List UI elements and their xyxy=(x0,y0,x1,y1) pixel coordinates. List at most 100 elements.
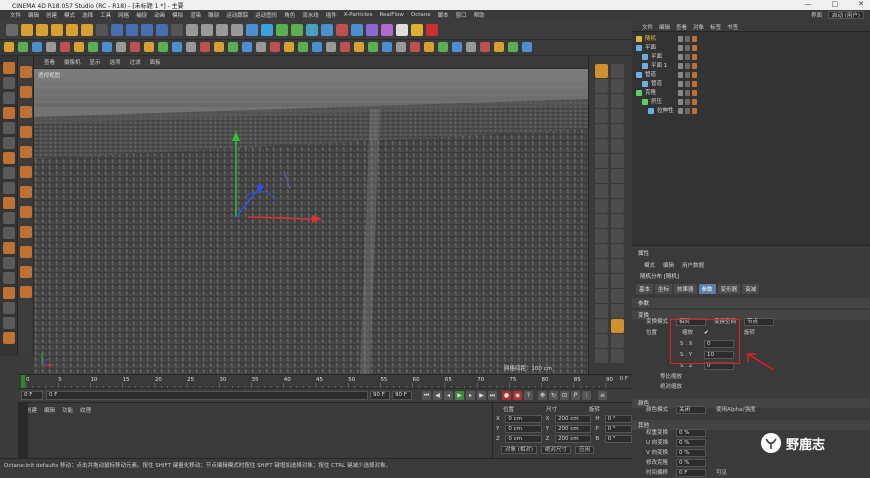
other-param-field[interactable]: 0 % xyxy=(676,459,706,467)
mode-button-icon[interactable] xyxy=(3,197,15,209)
object-visibility-tags[interactable] xyxy=(678,63,697,69)
mode-button-icon[interactable] xyxy=(3,167,15,179)
viewport-tool-icon[interactable] xyxy=(611,184,624,198)
rotation-checkbox-label[interactable]: 旋转 xyxy=(744,329,755,338)
toolbar-object-icon[interactable] xyxy=(186,42,196,52)
rotate-key-button[interactable]: ↻ xyxy=(549,391,558,400)
object-name[interactable]: 平面 xyxy=(651,53,662,62)
object-menu-item[interactable]: 对象 xyxy=(693,23,704,31)
prev-frame-button[interactable]: ◂ xyxy=(444,391,453,400)
check-icon[interactable] xyxy=(685,45,690,51)
mode-button-icon[interactable] xyxy=(3,302,15,314)
viewport-tool-icon[interactable] xyxy=(595,94,608,108)
position-checkbox-label[interactable]: 位置 xyxy=(646,329,657,338)
object-row[interactable]: 平面 1 xyxy=(632,62,870,71)
object-row[interactable]: 平面 xyxy=(632,53,870,62)
menu-item[interactable]: 创建 xyxy=(46,11,57,19)
toolbar-object-icon[interactable] xyxy=(410,42,420,52)
uniform-scale-label[interactable]: 等比缩放 xyxy=(660,373,682,382)
menu-item[interactable]: 捕捉 xyxy=(136,11,147,19)
mode-button-icon[interactable] xyxy=(3,227,15,239)
scale-key-button[interactable]: ⊡ xyxy=(560,391,569,400)
object-visibility-tags[interactable] xyxy=(678,108,697,114)
toolbar-object-icon[interactable] xyxy=(508,42,518,52)
viewport-tool-icon[interactable] xyxy=(595,64,608,78)
object-row[interactable]: 管道 xyxy=(632,80,870,89)
size-mode-dropdown[interactable]: 绝对尺寸 xyxy=(541,446,572,454)
toolbar-tool-icon[interactable] xyxy=(156,24,168,36)
palette-tool-icon[interactable] xyxy=(20,206,32,218)
menu-item[interactable]: 渲染 xyxy=(190,11,201,19)
toolbar-object-icon[interactable] xyxy=(144,42,154,52)
menu-item[interactable]: 模式 xyxy=(64,11,75,19)
mode-button-icon[interactable] xyxy=(3,242,15,254)
toolbar-tool-icon[interactable] xyxy=(381,24,393,36)
viewport-tool-icon[interactable] xyxy=(611,319,624,333)
toolbar-tool-icon[interactable] xyxy=(366,24,378,36)
visibility-dot-icon[interactable] xyxy=(678,45,683,51)
viewport-tool-icon[interactable] xyxy=(611,244,624,258)
check-icon[interactable] xyxy=(685,99,690,105)
mode-button-icon[interactable] xyxy=(3,92,15,104)
toolbar-object-icon[interactable] xyxy=(214,42,224,52)
toolbar-object-icon[interactable] xyxy=(32,42,42,52)
toolbar-object-icon[interactable] xyxy=(368,42,378,52)
toolbar-object-icon[interactable] xyxy=(424,42,434,52)
viewport-tool-icon[interactable] xyxy=(595,214,608,228)
check-icon[interactable] xyxy=(685,54,690,60)
viewport-tool-icon[interactable] xyxy=(611,214,624,228)
toolbar-object-icon[interactable] xyxy=(88,42,98,52)
layout-dropdown[interactable]: 启动 (用户) xyxy=(827,11,864,19)
toolbar-tool-icon[interactable] xyxy=(231,24,243,36)
viewport-tool-icon[interactable] xyxy=(595,124,608,138)
go-start-button[interactable]: ⏮ xyxy=(422,391,431,400)
viewport-tool-icon[interactable] xyxy=(595,139,608,153)
apply-button[interactable]: 应用 xyxy=(575,446,595,454)
viewport-tool-icon[interactable] xyxy=(611,199,624,213)
toolbar-tool-icon[interactable] xyxy=(186,24,198,36)
viewport-tool-icon[interactable] xyxy=(595,274,608,288)
palette-tool-icon[interactable] xyxy=(20,146,32,158)
coord-position-field[interactable]: 0 cm xyxy=(505,435,542,443)
attribute-menu-item[interactable]: 模式 xyxy=(644,261,655,269)
object-row[interactable]: 克隆 xyxy=(632,89,870,98)
menu-item[interactable]: 运动图形 xyxy=(255,11,277,19)
attribute-tab[interactable]: 基本 xyxy=(636,284,654,294)
toolbar-object-icon[interactable] xyxy=(326,42,336,52)
visibility-dot-icon[interactable] xyxy=(678,108,683,114)
viewport-tool-icon[interactable] xyxy=(595,304,608,318)
mode-button-icon[interactable] xyxy=(3,212,15,224)
object-name[interactable]: 拉伸性 xyxy=(657,107,674,116)
next-frame-button[interactable]: ▸ xyxy=(466,391,475,400)
attribute-tab[interactable]: 变形器 xyxy=(717,284,741,294)
play-button[interactable]: ▶ xyxy=(455,391,464,400)
object-visibility-tags[interactable] xyxy=(678,90,697,96)
attribute-menu-item[interactable]: 用户数据 xyxy=(682,261,704,269)
coord-size-field[interactable]: 200 cm xyxy=(555,425,592,433)
palette-tool-icon[interactable] xyxy=(20,66,32,78)
toolbar-object-icon[interactable] xyxy=(312,42,322,52)
object-menu-item[interactable]: 查看 xyxy=(676,23,687,31)
object-menu-item[interactable]: 书签 xyxy=(727,23,738,31)
toolbar-tool-icon[interactable] xyxy=(96,24,108,36)
viewport-tool-icon[interactable] xyxy=(611,109,624,123)
viewport-tool-icon[interactable] xyxy=(611,169,624,183)
param-key-button[interactable]: P xyxy=(571,391,580,400)
menu-item[interactable]: 窗口 xyxy=(456,11,467,19)
toolbar-object-icon[interactable] xyxy=(256,42,266,52)
color-mode-dropdown[interactable]: 关闭 xyxy=(676,406,706,414)
viewport-tool-icon[interactable] xyxy=(611,79,624,93)
toolbar-object-icon[interactable] xyxy=(270,42,280,52)
viewport-tool-icon[interactable] xyxy=(611,154,624,168)
visibility-dot-icon[interactable] xyxy=(678,99,683,105)
toolbar-tool-icon[interactable] xyxy=(276,24,288,36)
mode-button-icon[interactable] xyxy=(3,182,15,194)
absolute-scale-label[interactable]: 绝对缩放 xyxy=(660,383,682,392)
toolbar-tool-icon[interactable] xyxy=(351,24,363,36)
viewport-tool-icon[interactable] xyxy=(611,304,624,318)
viewport-tool-icon[interactable] xyxy=(595,349,608,363)
toolbar-object-icon[interactable] xyxy=(116,42,126,52)
object-visibility-tags[interactable] xyxy=(678,99,697,105)
object-visibility-tags[interactable] xyxy=(678,45,697,51)
viewport-tool-icon[interactable] xyxy=(595,259,608,273)
